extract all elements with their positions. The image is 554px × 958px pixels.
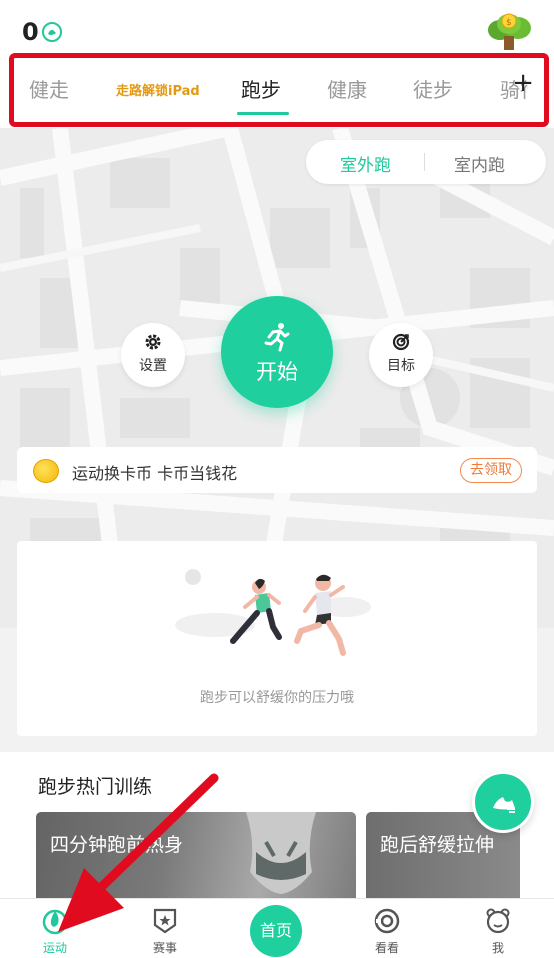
coin-count: 0 <box>22 18 39 46</box>
svg-text:$: $ <box>506 18 512 28</box>
shoe-coin-icon[interactable] <box>42 22 62 42</box>
active-tab-indicator <box>237 112 289 115</box>
coin-banner-text: 运动换卡币 卡币当钱花 <box>72 464 238 483</box>
training-card-title: 四分钟跑前热身 <box>50 834 184 856</box>
indoor-run-tab[interactable]: 室内跑 <box>454 151 505 176</box>
mode-divider <box>424 153 425 171</box>
nav-watch[interactable]: 看看 <box>347 899 427 958</box>
target-icon <box>392 333 410 351</box>
tab-walk[interactable]: 健走 <box>29 74 69 103</box>
training-section-title: 跑步热门训练 <box>38 776 153 798</box>
runner-icon <box>264 323 290 352</box>
settings-button[interactable]: 设置 <box>121 323 185 387</box>
nav-me[interactable]: 我 <box>458 899 538 958</box>
runners-illustration <box>175 569 371 656</box>
watch-icon <box>374 908 400 934</box>
money-tree-icon[interactable]: $ <box>486 10 532 52</box>
nav-watch-label: 看看 <box>374 941 399 955</box>
shoe-icon <box>493 797 515 813</box>
tab-unlock-ipad[interactable]: 走路解锁iPad <box>116 80 200 99</box>
gear-icon <box>145 334 161 350</box>
sport-icon <box>42 909 68 935</box>
category-tabs: 健走 走路解锁iPad 跑步 健康 徒步 骑行 + <box>9 53 549 127</box>
athlete-photo <box>246 812 316 894</box>
nav-events-label: 赛事 <box>152 941 177 955</box>
home-button[interactable]: 首页 <box>250 905 302 957</box>
tab-health[interactable]: 健康 <box>327 74 367 103</box>
illustration-caption: 跑步可以舒缓你的压力哦 <box>200 690 354 706</box>
add-tab-icon[interactable]: + <box>512 68 534 98</box>
training-card-title: 跑后舒缓拉伸 <box>380 834 495 856</box>
start-label: 开始 <box>256 360 298 384</box>
goal-label: 目标 <box>387 358 415 374</box>
nav-events[interactable]: 赛事 <box>125 899 205 958</box>
start-button[interactable]: 开始 <box>221 296 333 408</box>
running-illustration-card: 跑步可以舒缓你的压力哦 <box>17 541 537 736</box>
profile-icon <box>486 908 510 934</box>
event-icon <box>153 908 177 934</box>
run-mode-switch: 室外跑 室内跑 <box>306 140 546 184</box>
nav-me-label: 我 <box>491 941 504 955</box>
coin-exchange-banner[interactable]: 运动换卡币 卡币当钱花 去领取 <box>17 447 537 493</box>
tab-hiking[interactable]: 徒步 <box>413 74 453 103</box>
training-section: 跑步热门训练 四分钟跑前热身 跑后舒缓拉伸 <box>0 752 554 912</box>
floating-shoe-button[interactable] <box>472 771 534 833</box>
outdoor-run-tab[interactable]: 室外跑 <box>340 151 391 176</box>
top-bar: 0 $ 健走 走路解锁iPad 跑步 健康 徒步 骑行 + <box>0 0 554 128</box>
goal-button[interactable]: 目标 <box>369 323 433 387</box>
gold-coin-icon <box>33 459 59 483</box>
bottom-navigation: 运动 赛事 首页 看看 我 <box>0 898 554 958</box>
nav-sport-label: 运动 <box>42 941 67 955</box>
settings-label: 设置 <box>139 358 167 374</box>
claim-button[interactable]: 去领取 <box>460 458 522 483</box>
training-card-warmup[interactable]: 四分钟跑前热身 <box>36 812 356 912</box>
tab-running[interactable]: 跑步 <box>241 74 281 103</box>
nav-sport[interactable]: 运动 <box>15 899 95 958</box>
